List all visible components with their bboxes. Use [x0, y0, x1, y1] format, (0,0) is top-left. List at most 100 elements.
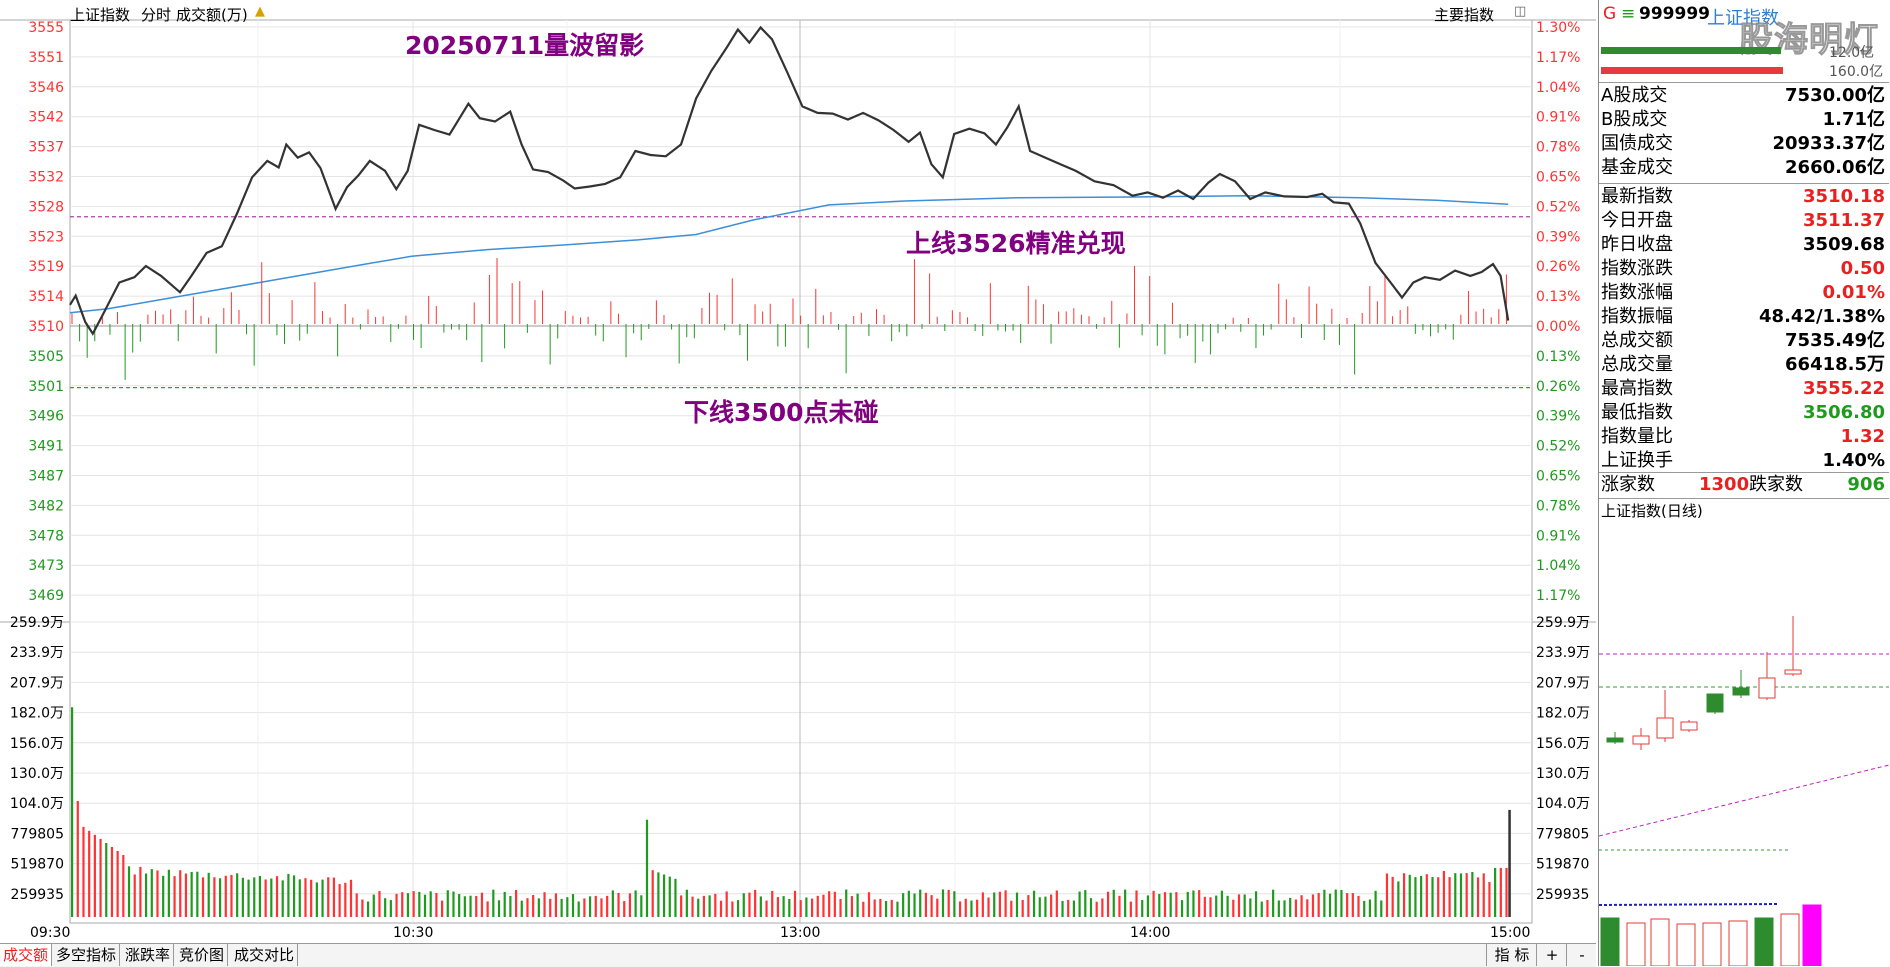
stat-label: 总成交额	[1601, 330, 1673, 351]
zoom-out-button[interactable]: -	[1566, 944, 1597, 966]
volume-bar	[236, 873, 239, 917]
daily-kline-mini-chart[interactable]	[1599, 520, 1889, 966]
volume-bar	[1215, 895, 1218, 917]
pct-tick-label: 0.65%	[1536, 469, 1580, 485]
volume-bar	[440, 900, 444, 917]
volume-tick-label: 259935	[1536, 887, 1589, 903]
main-index-button[interactable]: 主要指数	[1434, 4, 1494, 26]
stat-label: 上证换手	[1601, 450, 1673, 471]
volume-bar	[919, 889, 922, 917]
volume-indicator-label[interactable]: 成交额(万)	[176, 4, 248, 26]
volume-bar	[532, 895, 535, 917]
volume-bar	[1488, 882, 1491, 917]
volume-bar	[304, 878, 307, 917]
volume-bar	[1158, 893, 1161, 917]
stat-value: 3555.22	[1803, 378, 1885, 399]
stat-row: 最高指数 3555.22	[1599, 377, 1889, 401]
volume-tick-label: 182.0万	[10, 706, 64, 722]
volume-bar	[1289, 897, 1292, 917]
volume-bar	[674, 878, 677, 917]
volume-bar	[1374, 890, 1377, 917]
code-flag: G	[1603, 4, 1617, 24]
volume-bar	[953, 891, 956, 917]
stat-value: 3509.68	[1803, 234, 1885, 255]
volume-bar	[1010, 900, 1013, 917]
volume-bar	[583, 898, 586, 917]
volume-bar	[207, 872, 210, 917]
zoom-in-button[interactable]: +	[1536, 944, 1567, 966]
tab-advance-ratio[interactable]: 涨跌率	[122, 944, 175, 966]
chart-frame	[69, 19, 1533, 924]
volume-bar	[896, 901, 899, 917]
volume-bar	[1391, 876, 1394, 917]
volume-bar	[810, 898, 814, 917]
volume-bar	[1357, 895, 1360, 917]
annotation-title: 20250711量波留影	[405, 31, 645, 60]
price-tick-label: 3473	[28, 558, 64, 574]
volume-bar	[327, 877, 330, 917]
volume-bar	[1095, 901, 1098, 917]
tab-auction-chart[interactable]: 竞价图	[176, 944, 229, 966]
volume-bar	[850, 896, 854, 917]
volume-bar	[560, 898, 563, 917]
panel-toggle-icon[interactable]: ◫	[1514, 4, 1526, 26]
tab-turnover[interactable]: 成交额	[0, 944, 53, 966]
volume-bar	[162, 875, 165, 917]
volume-bar	[218, 878, 222, 917]
volume-bar	[1146, 895, 1150, 917]
volume-bar	[708, 895, 711, 917]
volume-bar	[782, 896, 785, 917]
intraday-chart-area[interactable]: 3555 1.30% 3551 1.17% 3546 1.04% 3542 0.91% 3537…	[0, 0, 1596, 943]
volume-bar	[196, 871, 199, 917]
volume-bar	[941, 889, 945, 917]
volume-bar	[1465, 873, 1468, 917]
volume-tick-label: 779805	[1536, 826, 1589, 842]
volume-bar	[1425, 874, 1428, 917]
pct-tick-label: 0.00%	[1536, 319, 1580, 335]
chart-mode-label[interactable]: 分时	[141, 4, 171, 26]
price-tick-label: 3501	[28, 379, 64, 395]
stat-row: 今日开盘 3511.37	[1599, 209, 1889, 233]
stat-row: 最新指数 3510.18	[1599, 185, 1889, 209]
volume-bar	[258, 875, 262, 917]
volume-bar	[1494, 867, 1497, 917]
volume-tick-label: 156.0万	[10, 736, 64, 752]
tab-turnover-compare[interactable]: 成交对比	[231, 944, 299, 966]
volume-bar	[947, 889, 950, 917]
volume-bar	[133, 874, 136, 917]
volume-bar	[150, 869, 153, 917]
price-tick-label: 3505	[28, 349, 64, 365]
pct-tick-label: 0.52%	[1536, 199, 1580, 215]
code-menu-icon[interactable]: ≡	[1621, 4, 1635, 24]
price-tick-label: 3482	[28, 498, 64, 514]
volume-bar	[1055, 890, 1058, 917]
intraday-chart-svg[interactable]: 3555 1.30% 3551 1.17% 3546 1.04% 3542 0.91% 3537…	[0, 0, 1596, 943]
volume-bar	[292, 875, 296, 917]
mini-candle-body	[1606, 737, 1624, 743]
volume-tick-label: 104.0万	[10, 796, 64, 812]
pct-tick-label: 0.26%	[1536, 379, 1580, 395]
volume-bar	[1368, 899, 1371, 917]
volume-bar	[116, 850, 119, 917]
stat-value: 3510.18	[1803, 186, 1885, 207]
stat-value: 3511.37	[1803, 210, 1885, 231]
indicator-button[interactable]: 指 标	[1486, 944, 1537, 966]
volume-bar	[389, 900, 392, 917]
time-tick-label: 15:00	[1490, 925, 1530, 941]
tab-long-short[interactable]: 多空指标	[53, 944, 121, 966]
volume-bar	[412, 891, 415, 917]
turnover-value: 20933.37亿	[1772, 133, 1885, 154]
volume-bar	[640, 895, 643, 917]
volume-bar	[657, 872, 660, 917]
volume-bar	[1402, 873, 1406, 917]
price-tick-label: 3532	[28, 170, 64, 186]
mini-candle-body	[1632, 735, 1650, 745]
toggle-icon[interactable]: ▲	[255, 4, 265, 26]
volume-bar	[839, 898, 842, 917]
volume-bar	[1203, 896, 1206, 917]
volume-bar	[127, 866, 131, 917]
volume-bar	[492, 889, 495, 917]
volume-bar	[378, 891, 381, 917]
volume-bar	[765, 900, 768, 917]
volume-bar	[1397, 881, 1400, 917]
